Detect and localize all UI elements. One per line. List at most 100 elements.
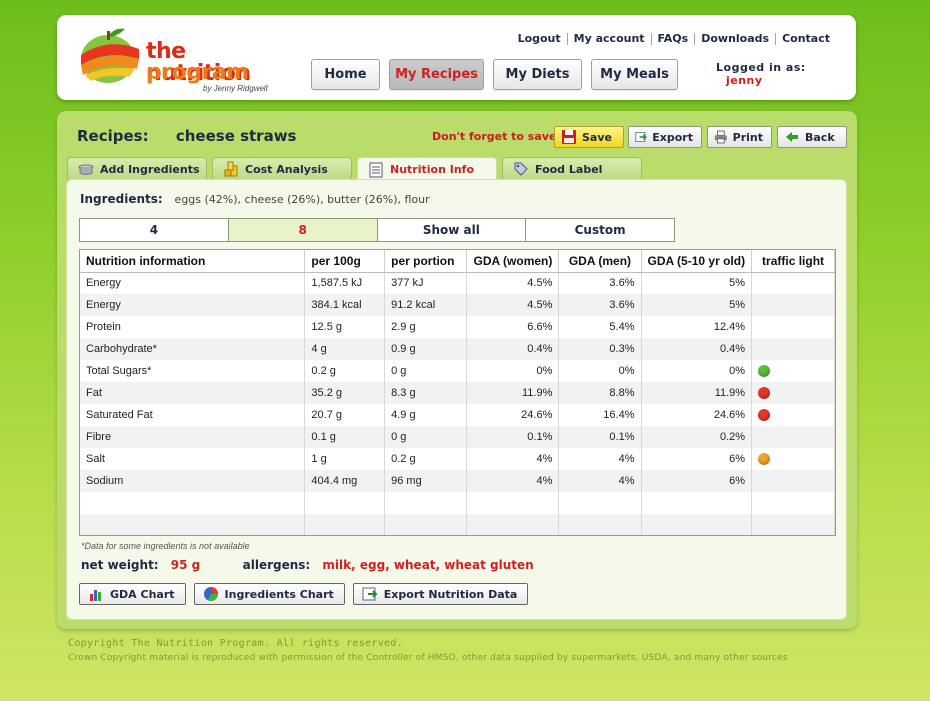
per-100g-cell: 12.5 g: [304, 316, 386, 338]
tab-nutrition-info[interactable]: Nutrition Info: [357, 157, 497, 181]
empty-cell: [80, 492, 306, 514]
export-icon: [362, 587, 378, 601]
logo[interactable]: the nutrition program by Jenny Ridgwell: [75, 25, 275, 93]
empty-cell: [384, 492, 468, 514]
main-nav: Home My Recipes My Diets My Meals: [311, 59, 678, 90]
top-links: Logout My account FAQs Downloads Contact: [512, 33, 836, 45]
col-header-gda-children[interactable]: GDA (5-10 yr old): [641, 250, 753, 273]
data-footnote: *Data for some ingredients is not availa…: [81, 541, 250, 551]
col-header-per-portion[interactable]: per portion: [384, 250, 468, 273]
gda-chart-label: GDA Chart: [110, 587, 175, 601]
nav-my-diets-button[interactable]: My Diets: [493, 59, 582, 90]
document-icon: [369, 162, 383, 177]
gda-children-cell: 6%: [641, 448, 753, 470]
gda-children-cell: 24.6%: [641, 404, 753, 426]
nav-home-button[interactable]: Home: [311, 59, 380, 90]
empty-cell: [304, 514, 386, 535]
ingredients-chart-button[interactable]: Ingredients Chart: [193, 583, 345, 605]
nutrition-table-container[interactable]: Nutrition information per 100g per porti…: [79, 249, 836, 536]
contact-link[interactable]: Contact: [775, 33, 836, 45]
gda-men-cell: 3.6%: [558, 272, 642, 294]
nav-my-recipes-button[interactable]: My Recipes: [389, 59, 484, 90]
pie-chart-icon: [203, 587, 218, 601]
traffic-light-cell: [751, 316, 835, 338]
save-reminder: Don't forget to save.: [432, 130, 561, 143]
col-header-traffic-light[interactable]: traffic light: [751, 250, 835, 273]
gda-men-cell: 4%: [558, 448, 642, 470]
nutrient-name-cell: Salt: [80, 448, 306, 470]
tag-icon: [514, 162, 528, 176]
export-icon: [635, 132, 647, 142]
username: jenny: [726, 74, 763, 87]
per-100g-cell: 384.1 kcal: [304, 294, 386, 316]
col-header-nutrition-information[interactable]: Nutrition information: [80, 250, 306, 273]
col-header-gda-women[interactable]: GDA (women): [466, 250, 560, 273]
nutrient-name-cell: Fibre: [80, 426, 306, 448]
table-row-empty: [80, 514, 835, 535]
recipe-panel: Recipes: cheese straws Don't forget to s…: [57, 111, 857, 629]
nutrient-name-cell: Protein: [80, 316, 306, 338]
logout-link[interactable]: Logout: [512, 33, 567, 45]
traffic-light-cell: [751, 426, 835, 448]
ingredients-chart-label: Ingredients Chart: [224, 587, 334, 601]
col-header-gda-men[interactable]: GDA (men): [558, 250, 642, 273]
back-button[interactable]: Back: [777, 126, 847, 148]
portion-4-button[interactable]: 4: [80, 219, 228, 241]
per-100g-cell: 20.7 g: [304, 404, 386, 426]
gda-men-cell: 4%: [558, 470, 642, 492]
chart-buttons: GDA Chart Ingredients Chart Export Nutri…: [79, 583, 529, 605]
tab-add-ingredients[interactable]: Add Ingredients: [67, 157, 207, 180]
empty-cell: [466, 514, 560, 535]
per-100g-cell: 1 g: [304, 448, 386, 470]
empty-cell: [304, 492, 386, 514]
my-account-link[interactable]: My account: [566, 33, 651, 45]
bar-chart-icon: [90, 590, 101, 601]
gda-women-cell: 4%: [466, 448, 560, 470]
gda-women-cell: 24.6%: [466, 404, 560, 426]
empty-cell: [641, 492, 753, 514]
gda-men-cell: 0.1%: [558, 426, 642, 448]
apple-logo-icon: [81, 28, 139, 83]
downloads-link[interactable]: Downloads: [694, 33, 775, 45]
per-portion-cell: 377 kJ: [384, 272, 468, 294]
per-100g-cell: 4 g: [304, 338, 386, 360]
tab-cost-analysis[interactable]: Cost Analysis: [212, 157, 352, 180]
gda-women-cell: 11.9%: [466, 382, 560, 404]
gda-women-cell: 4.5%: [466, 294, 560, 316]
per-100g-cell: 0.2 g: [304, 360, 386, 382]
header-card: the nutrition program by Jenny Ridgwell …: [57, 15, 856, 100]
traffic-light-cell: [751, 272, 835, 294]
per-portion-cell: 0 g: [384, 360, 468, 382]
save-button[interactable]: Save: [554, 126, 624, 148]
col-header-per-100g[interactable]: per 100g: [304, 250, 386, 273]
portion-8-button[interactable]: 8: [227, 219, 377, 241]
logo-byline: by Jenny Ridgwell: [203, 84, 268, 93]
nutrient-name-cell: Total Sugars*: [80, 360, 306, 382]
gda-children-cell: 0%: [641, 360, 753, 382]
nutrient-name-cell: Sodium: [80, 470, 306, 492]
per-portion-cell: 91.2 kcal: [384, 294, 468, 316]
per-100g-cell: 35.2 g: [304, 382, 386, 404]
gda-children-cell: 11.9%: [641, 382, 753, 404]
gda-children-cell: 5%: [641, 294, 753, 316]
export-nutrition-data-button[interactable]: Export Nutrition Data: [352, 583, 529, 605]
nav-my-meals-button[interactable]: My Meals: [591, 59, 678, 90]
gda-children-cell: 12.4%: [641, 316, 753, 338]
traffic-light-cell: [751, 360, 835, 382]
faqs-link[interactable]: FAQs: [650, 33, 695, 45]
export-button[interactable]: Export: [628, 126, 702, 148]
portion-show-all-button[interactable]: Show all: [376, 219, 526, 241]
tab-food-label[interactable]: Food Label: [502, 157, 642, 180]
gda-women-cell: 4%: [466, 470, 560, 492]
copyright-text: Copyright The Nutrition Program. All rig…: [68, 638, 403, 649]
nutrition-info-panel: Ingredients: eggs (42%), cheese (26%), b…: [66, 179, 847, 620]
print-button[interactable]: Print: [707, 126, 772, 148]
portion-custom-button[interactable]: Custom: [525, 219, 674, 241]
tab-add-ingredients-label: Add Ingredients: [100, 162, 200, 176]
pot-icon: [78, 164, 94, 175]
table-header-row: Nutrition information per 100g per porti…: [80, 250, 835, 273]
table-row: Fibre 0.1 g0 g 0.1% 0.1% 0.2%: [80, 426, 835, 448]
gda-women-cell: 0%: [466, 360, 560, 382]
gda-women-cell: 0.4%: [466, 338, 560, 360]
gda-chart-button[interactable]: GDA Chart: [79, 583, 186, 605]
